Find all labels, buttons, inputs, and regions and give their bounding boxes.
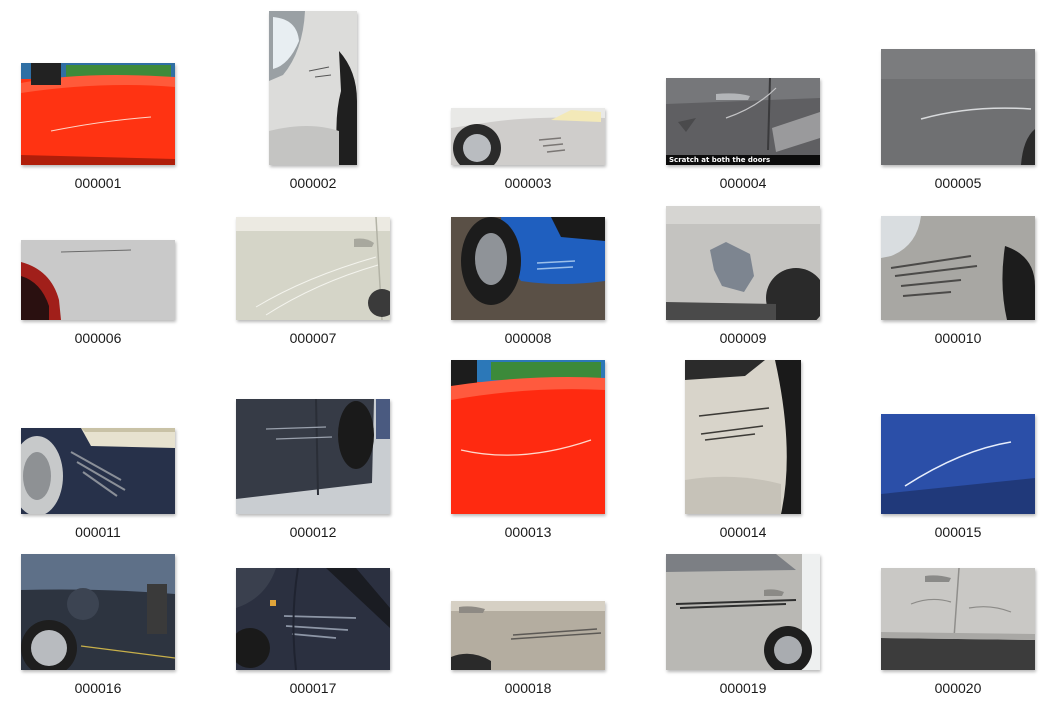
file-name-label: 000009 — [719, 330, 767, 346]
silver-car-scratch-thumbnail[interactable] — [21, 240, 175, 320]
file-name-label: 000018 — [504, 680, 552, 696]
file-name-label: 000006 — [74, 330, 122, 346]
file-name-label: 000015 — [934, 524, 982, 540]
silver-car-fender-scratch-thumbnail[interactable] — [269, 11, 357, 165]
blue-car-paint-scratch-thumbnail[interactable] — [881, 414, 1035, 514]
file-name-label: 000012 — [289, 524, 337, 540]
file-explorer-thumbnail-grid: 000001 000002 000003 Scratch at both the… — [0, 0, 1054, 706]
beige-car-door-scratch-thumbnail[interactable] — [236, 217, 390, 320]
file-name-label: 000001 — [74, 175, 122, 191]
red-car-door-scratch-thumbnail[interactable] — [21, 63, 175, 165]
grey-car-doors-scratch-thumbnail[interactable]: Scratch at both the doors — [666, 78, 820, 165]
blue-car-bumper-scratch-thumbnail[interactable] — [451, 217, 605, 320]
file-name-label: 000014 — [719, 524, 767, 540]
file-name-label: 000016 — [74, 680, 122, 696]
navy-car-fender-dent-thumbnail[interactable] — [236, 568, 390, 670]
silver-car-bumper-scratch-thumbnail[interactable] — [451, 108, 605, 165]
file-name-label: 000008 — [504, 330, 552, 346]
grey-car-panel-scratch-thumbnail[interactable] — [881, 49, 1035, 165]
file-name-label: 000019 — [719, 680, 767, 696]
silver-car-door-scrape-thumbnail[interactable] — [451, 601, 605, 670]
red-car-door-scratch-thumbnail[interactable] — [451, 360, 605, 514]
file-name-label: 000004 — [719, 175, 767, 191]
navy-car-bumper-scrape-thumbnail[interactable] — [21, 428, 175, 514]
file-name-label: 000010 — [934, 330, 982, 346]
file-name-label: 000003 — [504, 175, 552, 191]
file-name-label: 000017 — [289, 680, 337, 696]
thumbnail-caption-text: Scratch at both the doors — [666, 155, 820, 165]
silver-car-doors-dent-thumbnail[interactable] — [881, 568, 1035, 670]
file-name-label: 000020 — [934, 680, 982, 696]
silver-car-door-scratch-thumbnail[interactable] — [666, 554, 820, 670]
file-name-label: 000007 — [289, 330, 337, 346]
file-name-label: 000013 — [504, 524, 552, 540]
white-car-bumper-scratch-thumbnail[interactable] — [685, 360, 801, 514]
file-name-label: 000002 — [289, 175, 337, 191]
dark-car-fuel-door-scratch-thumbnail[interactable] — [21, 554, 175, 670]
file-name-label: 000005 — [934, 175, 982, 191]
silver-car-paint-chip-thumbnail[interactable] — [666, 206, 820, 320]
silver-car-bumper-scrape-thumbnail[interactable] — [881, 216, 1035, 320]
file-name-label: 000011 — [75, 524, 121, 540]
dark-grey-car-door-scratch-thumbnail[interactable] — [236, 399, 390, 514]
